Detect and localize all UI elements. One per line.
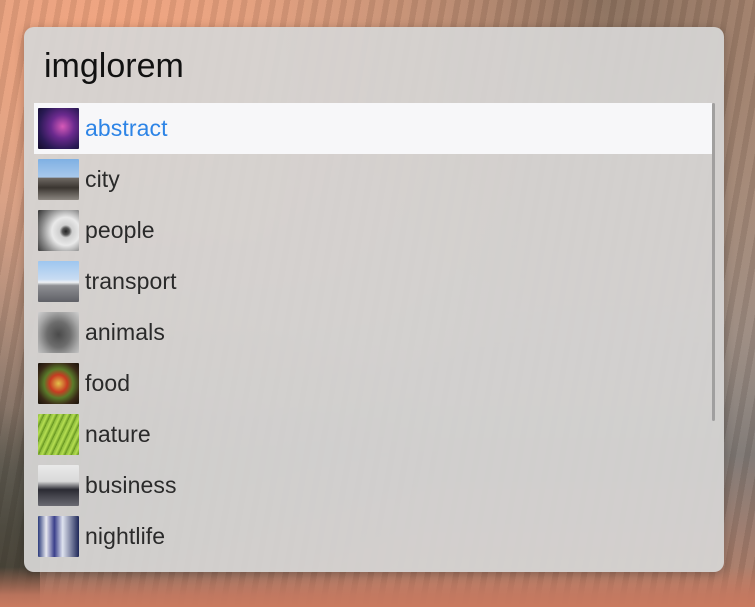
transport-thumbnail bbox=[38, 261, 79, 302]
result-item-business[interactable]: business bbox=[34, 460, 712, 511]
animals-thumbnail bbox=[38, 312, 79, 353]
result-label: nightlife bbox=[85, 523, 166, 549]
city-thumbnail bbox=[38, 159, 79, 200]
nature-thumbnail bbox=[38, 414, 79, 455]
result-label: nature bbox=[85, 421, 151, 447]
result-item-people[interactable]: people bbox=[34, 205, 712, 256]
result-label: city bbox=[85, 166, 120, 192]
result-label: abstract bbox=[85, 115, 168, 141]
search-input[interactable] bbox=[44, 41, 704, 91]
result-label: animals bbox=[85, 319, 165, 345]
result-item-nature[interactable]: nature bbox=[34, 409, 712, 460]
wallpaper-foreground bbox=[0, 567, 755, 607]
people-thumbnail bbox=[38, 210, 79, 251]
result-label: people bbox=[85, 217, 155, 243]
launcher-panel: abstract city people transport animals f… bbox=[24, 27, 724, 572]
nightlife-thumbnail bbox=[38, 516, 79, 557]
food-thumbnail bbox=[38, 363, 79, 404]
results-scrollbar[interactable] bbox=[712, 103, 715, 421]
results-list: abstract city people transport animals f… bbox=[34, 103, 712, 562]
result-item-nightlife[interactable]: nightlife bbox=[34, 511, 712, 562]
business-thumbnail bbox=[38, 465, 79, 506]
result-label: transport bbox=[85, 268, 177, 294]
result-label: food bbox=[85, 370, 131, 396]
result-item-transport[interactable]: transport bbox=[34, 256, 712, 307]
result-label: business bbox=[85, 472, 177, 498]
result-item-food[interactable]: food bbox=[34, 358, 712, 409]
result-item-animals[interactable]: animals bbox=[34, 307, 712, 358]
result-item-abstract[interactable]: abstract bbox=[34, 103, 712, 154]
abstract-thumbnail bbox=[38, 108, 79, 149]
result-item-city[interactable]: city bbox=[34, 154, 712, 205]
